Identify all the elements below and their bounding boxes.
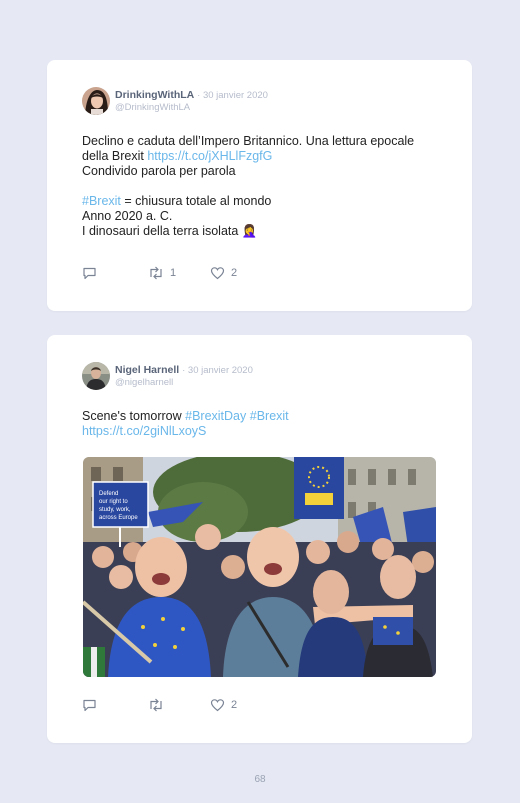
tweet-header: DrinkingWithLA · 30 janvier 2020 @Drinki… — [82, 87, 268, 115]
reply-icon — [83, 699, 96, 712]
tweet-line: Condivido parola per parola — [82, 164, 236, 178]
tweet-text: Declino e caduta dell’Impero Britannico.… — [82, 134, 442, 239]
like-icon — [210, 267, 225, 280]
retweet-count: 1 — [170, 267, 177, 279]
like-button[interactable]: 2 — [210, 266, 237, 280]
author-name[interactable]: Nigel Harnell — [115, 364, 179, 376]
tweet-line: Anno 2020 a. C. — [82, 209, 173, 223]
author-name[interactable]: DrinkingWithLA — [115, 89, 194, 101]
reply-button[interactable] — [82, 266, 148, 280]
tweet-line: Scene's tomorrow #BrexitDay #Brexit — [82, 409, 442, 424]
svg-text:our right to: our right to — [99, 499, 128, 505]
tweet-date: · 30 janvier 2020 — [182, 364, 253, 376]
hashtag-link[interactable]: #Brexit — [250, 409, 289, 423]
reply-icon — [83, 267, 96, 280]
reply-button[interactable] — [82, 698, 148, 712]
like-button[interactable]: 2 — [210, 698, 237, 712]
tweet-text: Scene's tomorrow #BrexitDay #Brexit http… — [82, 409, 442, 439]
retweet-icon — [150, 266, 162, 280]
hashtag-link[interactable]: #Brexit — [82, 194, 121, 208]
tweet-line: I dinosauri della terra isolata 🤦‍♀️ — [82, 224, 258, 238]
tweet-header: Nigel Harnell · 30 janvier 2020 @nigelha… — [82, 362, 253, 390]
retweet-icon — [150, 698, 162, 712]
page-number: 68 — [254, 774, 266, 785]
tweet-text-span: Scene's tomorrow — [82, 409, 186, 423]
tweet-line: https://t.co/2giNlLxoyS — [82, 424, 442, 439]
like-count: 2 — [231, 267, 238, 279]
retweet-button[interactable] — [148, 698, 210, 712]
tweet-text-span: della Brexit — [82, 149, 148, 163]
retweet-button[interactable]: 1 — [148, 266, 210, 280]
tweet-actions: 2 — [82, 698, 237, 712]
tweet-line: Declino e caduta dell’Impero Britannico.… — [82, 134, 415, 148]
tweet-line: della Brexit https://t.co/jXHLlFzgfG — [82, 149, 442, 164]
tweet-card: Nigel Harnell · 30 janvier 2020 @nigelha… — [47, 335, 472, 743]
author-handle[interactable]: @nigelharnell — [115, 377, 253, 389]
author-handle[interactable]: @DrinkingWithLA — [115, 102, 268, 114]
svg-text:study, work,: study, work, — [99, 507, 131, 513]
svg-text:Defend: Defend — [99, 491, 118, 497]
tweet-actions: 1 2 — [82, 266, 237, 280]
tweet-line: #Brexit = chiusura totale al mondo — [82, 194, 442, 209]
avatar[interactable] — [82, 362, 110, 390]
tweet-link[interactable]: https://t.co/jXHLlFzgfG — [147, 149, 272, 163]
tweet-photo[interactable]: Defend our right to study, work, across … — [83, 457, 436, 677]
tweet-date: · 30 janvier 2020 — [197, 89, 268, 101]
like-count: 2 — [231, 699, 238, 711]
tweet-text-span: = chiusura totale al mondo — [120, 194, 272, 208]
avatar[interactable] — [82, 87, 110, 115]
tweet-card: DrinkingWithLA · 30 janvier 2020 @Drinki… — [47, 60, 472, 311]
hashtag-link[interactable]: #BrexitDay — [185, 409, 246, 423]
like-icon — [210, 699, 225, 712]
tweet-link[interactable]: https://t.co/2giNlLxoyS — [82, 424, 206, 438]
svg-text:across Europe: across Europe — [99, 515, 138, 521]
